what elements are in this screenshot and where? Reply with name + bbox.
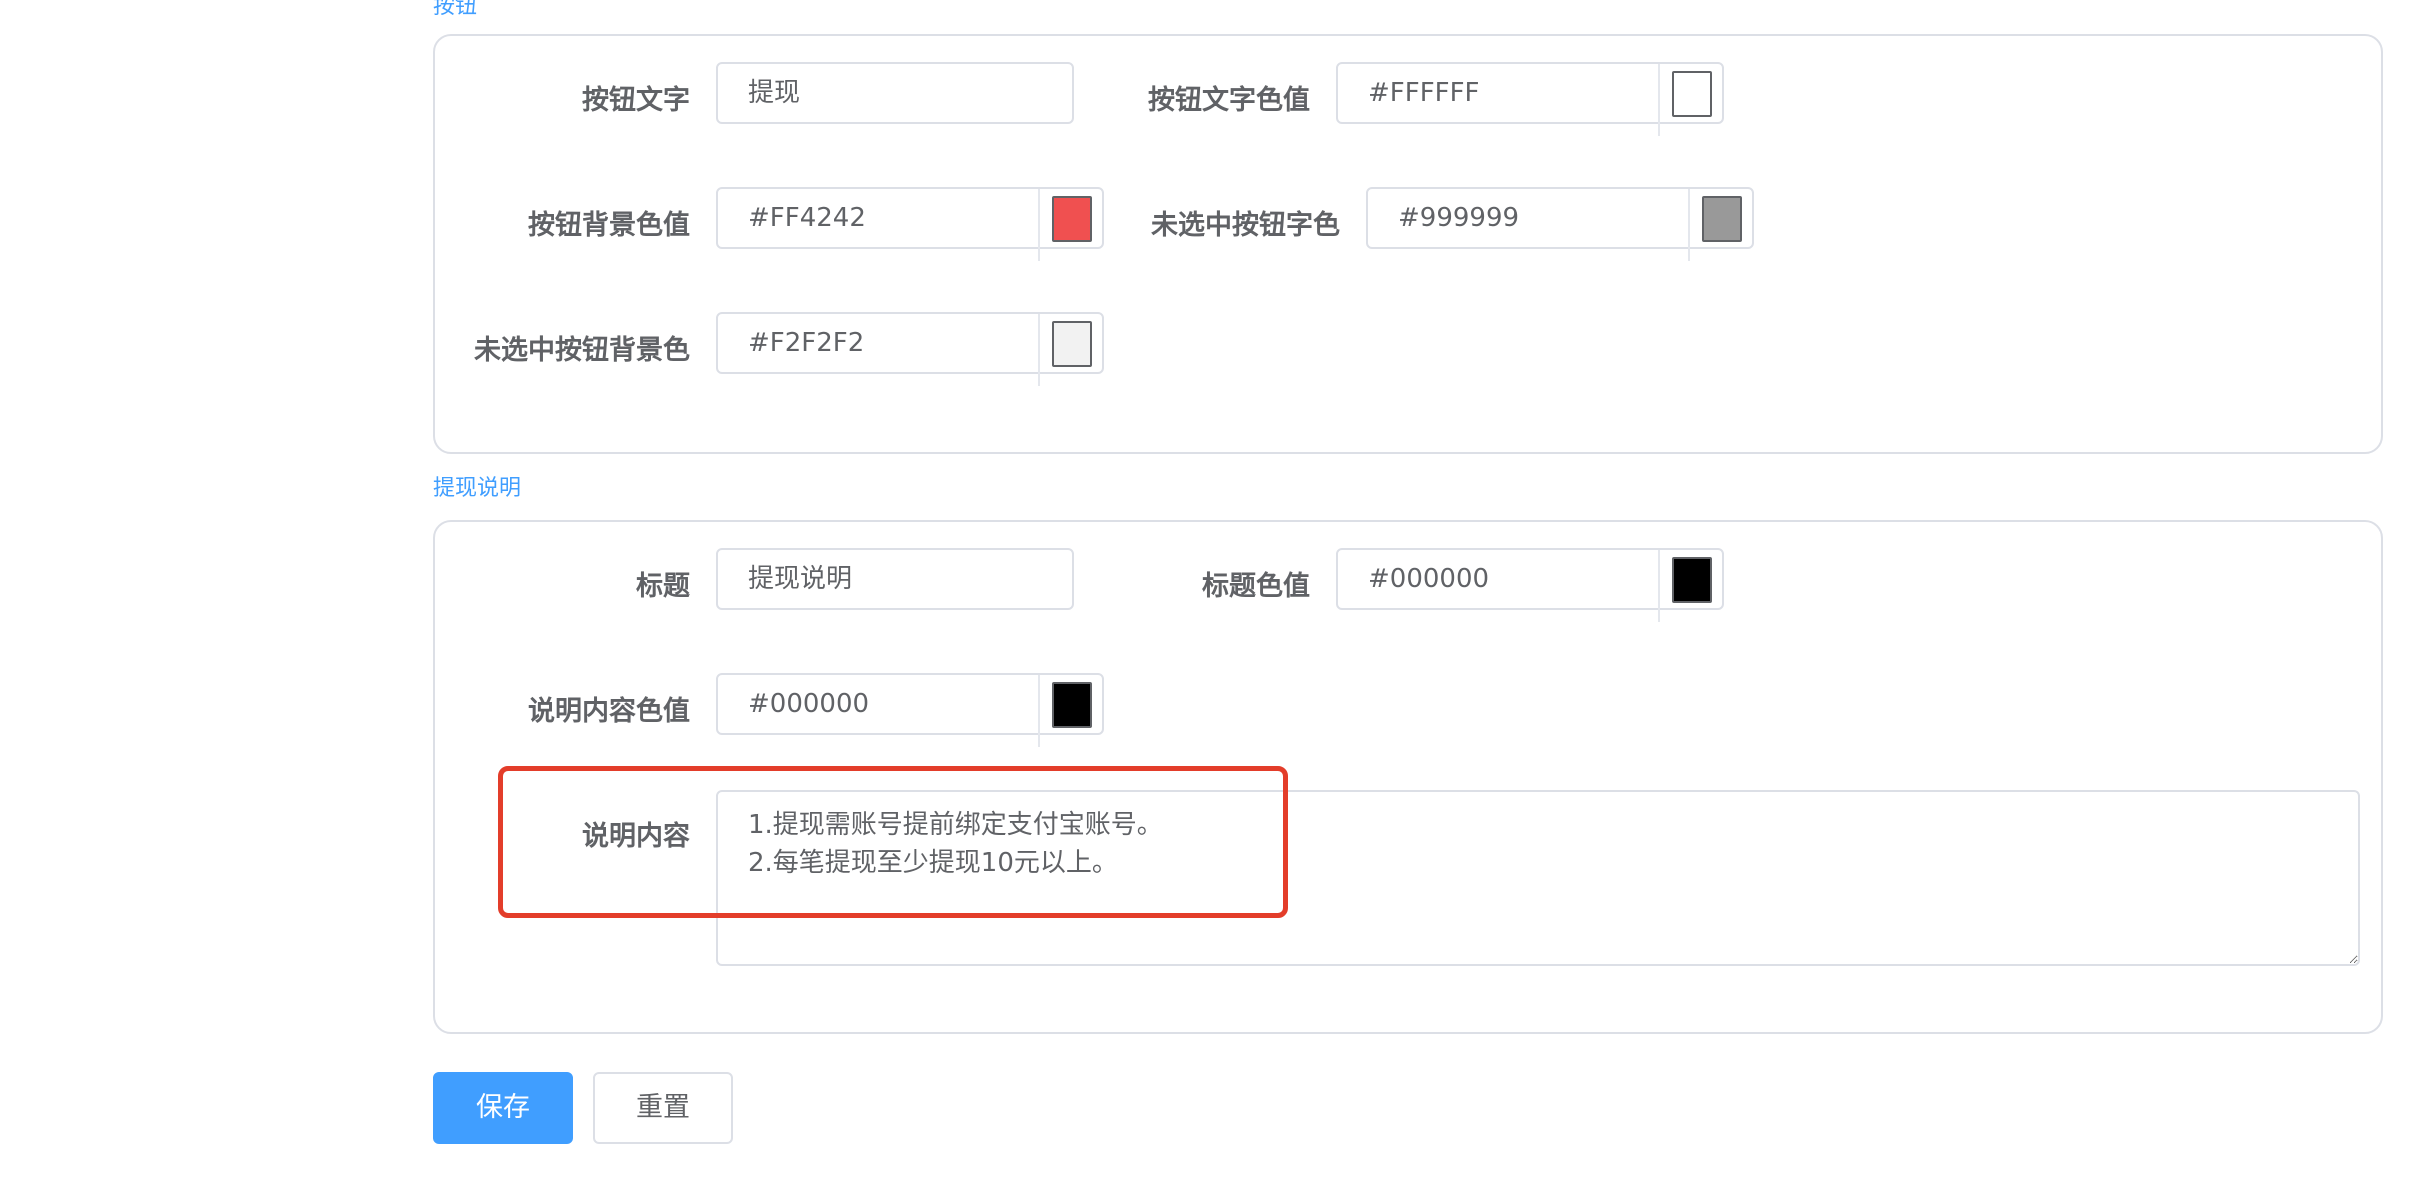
unselected-button-bg-color-value: #F2F2F2 [748, 328, 865, 358]
reset-button[interactable]: 重置 [593, 1072, 733, 1144]
color-swatch-gray[interactable] [1702, 196, 1742, 242]
field-separator [1038, 314, 1040, 386]
field-separator [1688, 189, 1690, 261]
field-separator [1658, 550, 1660, 622]
button-bg-color-label: 按钮背景色值 [528, 210, 690, 241]
button-bg-color-value: #FF4242 [748, 203, 866, 233]
content-color-value: #000000 [748, 689, 870, 719]
color-swatch-light[interactable] [1052, 321, 1092, 367]
color-swatch-black[interactable] [1052, 682, 1092, 728]
button-text-label: 按钮文字 [582, 85, 690, 116]
highlight-annotation [498, 766, 1288, 918]
unselected-button-text-color-field[interactable]: #999999 [1366, 187, 1754, 261]
unselected-button-bg-color-label: 未选中按钮背景色 [474, 335, 690, 366]
unselected-button-text-color-value: #999999 [1398, 203, 1520, 233]
button-text-color-value: #FFFFFF [1368, 78, 1480, 108]
title-label: 标题 [636, 571, 690, 602]
title-color-field[interactable]: #000000 [1336, 548, 1724, 622]
button-text-color-label: 按钮文字色值 [1148, 85, 1310, 116]
title-color-value: #000000 [1368, 564, 1490, 594]
title-color-label: 标题色值 [1202, 571, 1310, 602]
save-button[interactable]: 保存 [433, 1072, 573, 1144]
field-separator [1038, 675, 1040, 747]
content-color-label: 说明内容色值 [528, 696, 690, 727]
color-swatch-white[interactable] [1672, 71, 1712, 117]
section-title-description: 提现说明 [433, 476, 522, 501]
field-separator [1658, 64, 1660, 136]
section-title-button: 按钮 [433, 0, 478, 19]
button-text-color-field[interactable]: #FFFFFF [1336, 62, 1724, 136]
color-swatch-black[interactable] [1672, 557, 1712, 603]
unselected-button-bg-color-field[interactable]: #F2F2F2 [716, 312, 1104, 386]
content-color-field[interactable]: #000000 [716, 673, 1104, 747]
unselected-button-text-color-label: 未选中按钮字色 [1151, 210, 1340, 241]
